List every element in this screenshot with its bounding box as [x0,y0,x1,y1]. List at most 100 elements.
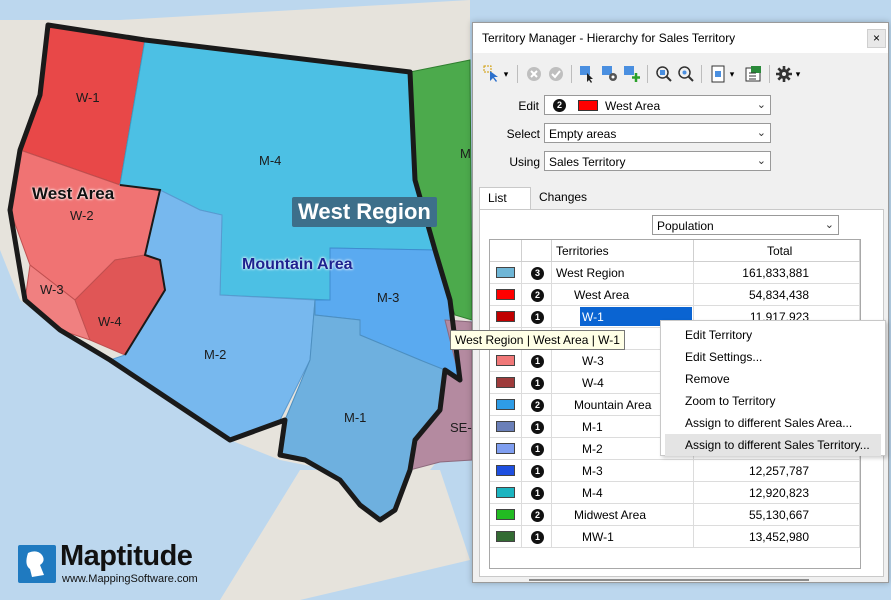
grid-header-territories[interactable]: Territories [552,240,694,262]
table-row[interactable]: 1 M-4 12,920,823 [490,482,860,504]
menu-item-assign-sales-area[interactable]: Assign to different Sales Area... [665,412,881,434]
color-swatch[interactable] [496,487,515,498]
close-button[interactable]: × [867,29,886,48]
color-swatch[interactable] [496,465,515,476]
maptitude-logo: Maptitude www.MappingSoftware.com [18,540,218,587]
swatch-cell [490,416,522,438]
level-badge: 2 [531,509,544,522]
field-value: Population [657,219,714,233]
table-row[interactable]: 2 West Area 54,834,438 [490,284,860,306]
add-territory-icon[interactable] [621,63,643,85]
header-label: Total [767,244,793,258]
level-badge: 2 [531,399,544,412]
color-swatch[interactable] [496,377,515,388]
color-swatch[interactable] [496,267,515,278]
grid-header-level [522,240,552,262]
horizontal-scrollbar[interactable] [529,579,809,581]
dropdown-chevron-icon[interactable]: ▾ [501,63,511,85]
export-icon[interactable] [743,63,765,85]
field-dropdown[interactable]: Population ⌄ [652,215,839,235]
territory-cell[interactable]: West Area [552,284,694,306]
map-label-west-area: West Area [32,184,115,203]
zoom-in-icon[interactable] [653,63,675,85]
level-cell: 1 [522,306,552,328]
clear-icon[interactable] [523,63,545,85]
edit-color-swatch [578,100,598,111]
table-row[interactable]: 3 West Region 161,833,881 [490,262,860,284]
grid-header-total[interactable]: Total [694,240,860,262]
level-cell: 1 [522,372,552,394]
color-swatch[interactable] [496,289,515,300]
total-value: 161,833,881 [742,266,809,280]
territory-cell[interactable]: West Region [552,262,694,284]
tab-changes[interactable]: Changes [531,187,587,209]
swatch-cell [490,262,522,284]
territory-name: West Area [574,288,630,302]
apply-icon[interactable] [545,63,567,85]
using-value: Sales Territory [549,155,626,169]
tab-list[interactable]: List [479,187,531,209]
territory-name: M-2 [582,442,603,456]
using-dropdown[interactable]: Sales Territory ⌄ [544,151,771,171]
color-swatch[interactable] [496,421,515,432]
color-swatch[interactable] [496,509,515,520]
table-row[interactable]: 2 Midwest Area 55,130,667 [490,504,860,526]
map-label-m1: M-1 [344,410,367,425]
territory-cell[interactable]: MW-1 [552,526,694,548]
chevron-down-icon: ⌄ [756,127,766,139]
map-label-partial-se: SE- [450,420,472,435]
select-dropdown[interactable]: Empty areas ⌄ [544,123,771,143]
swatch-cell [490,372,522,394]
zoom-fit-icon[interactable] [675,63,697,85]
color-swatch[interactable] [496,355,515,366]
menu-item-edit-settings[interactable]: Edit Settings... [665,346,881,368]
level-badge: 2 [531,289,544,302]
level-badge: 1 [531,377,544,390]
territory-cell[interactable]: M-4 [552,482,694,504]
level-badge: 1 [531,465,544,478]
edit-dropdown[interactable]: 2 West Area ⌄ [544,95,771,115]
level-badge: 1 [531,487,544,500]
total-cell: 13,452,980 [694,526,860,548]
color-swatch[interactable] [496,443,515,454]
map-label-w4: W-4 [98,314,122,329]
level-cell: 1 [522,416,552,438]
header-label: Territories [556,244,609,258]
gear-icon[interactable] [773,63,795,85]
level-cell: 2 [522,394,552,416]
hierarchy-tooltip: West Region | West Area | W-1 [450,330,625,350]
report-icon[interactable] [707,63,729,85]
table-row[interactable]: 1 M-3 12,257,787 [490,460,860,482]
select-tool-icon[interactable] [481,63,503,85]
dropdown-chevron-icon[interactable]: ▾ [793,63,803,85]
territory-cell[interactable]: Midwest Area [552,504,694,526]
logo-emblem-icon [18,545,56,583]
total-value: 12,257,787 [748,464,809,478]
dialog-title: Territory Manager - Hierarchy for Sales … [482,31,736,45]
color-swatch[interactable] [496,311,515,322]
chevron-down-icon: ⌄ [756,155,766,167]
territory-name: M-4 [582,486,603,500]
logo-url: www.MappingSoftware.com [62,573,198,585]
dropdown-chevron-icon[interactable]: ▾ [727,63,737,85]
level-badge: 1 [531,421,544,434]
swatch-cell [490,482,522,504]
color-swatch[interactable] [496,531,515,542]
menu-item-edit-territory[interactable]: Edit Territory [665,324,881,346]
map-label-region: West Region [292,197,437,227]
table-row[interactable]: 1 MW-1 13,452,980 [490,526,860,548]
select-territory-icon[interactable] [577,63,599,85]
menu-item-assign-sales-territory[interactable]: Assign to different Sales Territory... [665,434,881,456]
settings-territory-icon[interactable] [599,63,621,85]
color-swatch[interactable] [496,399,515,410]
menu-item-zoom-to-territory[interactable]: Zoom to Territory [665,390,881,412]
toolbar: ▾ ▾ ▾ [481,63,881,85]
territory-cell[interactable]: M-3 [552,460,694,482]
menu-item-remove[interactable]: Remove [665,368,881,390]
territory-name: W-4 [582,376,604,390]
level-badge: 2 [553,99,566,112]
dialog-titlebar[interactable]: Territory Manager - Hierarchy for Sales … [473,23,888,53]
level-badge: 1 [531,311,544,324]
territory-name: Mountain Area [574,398,652,412]
territory-name: MW-1 [582,530,614,544]
